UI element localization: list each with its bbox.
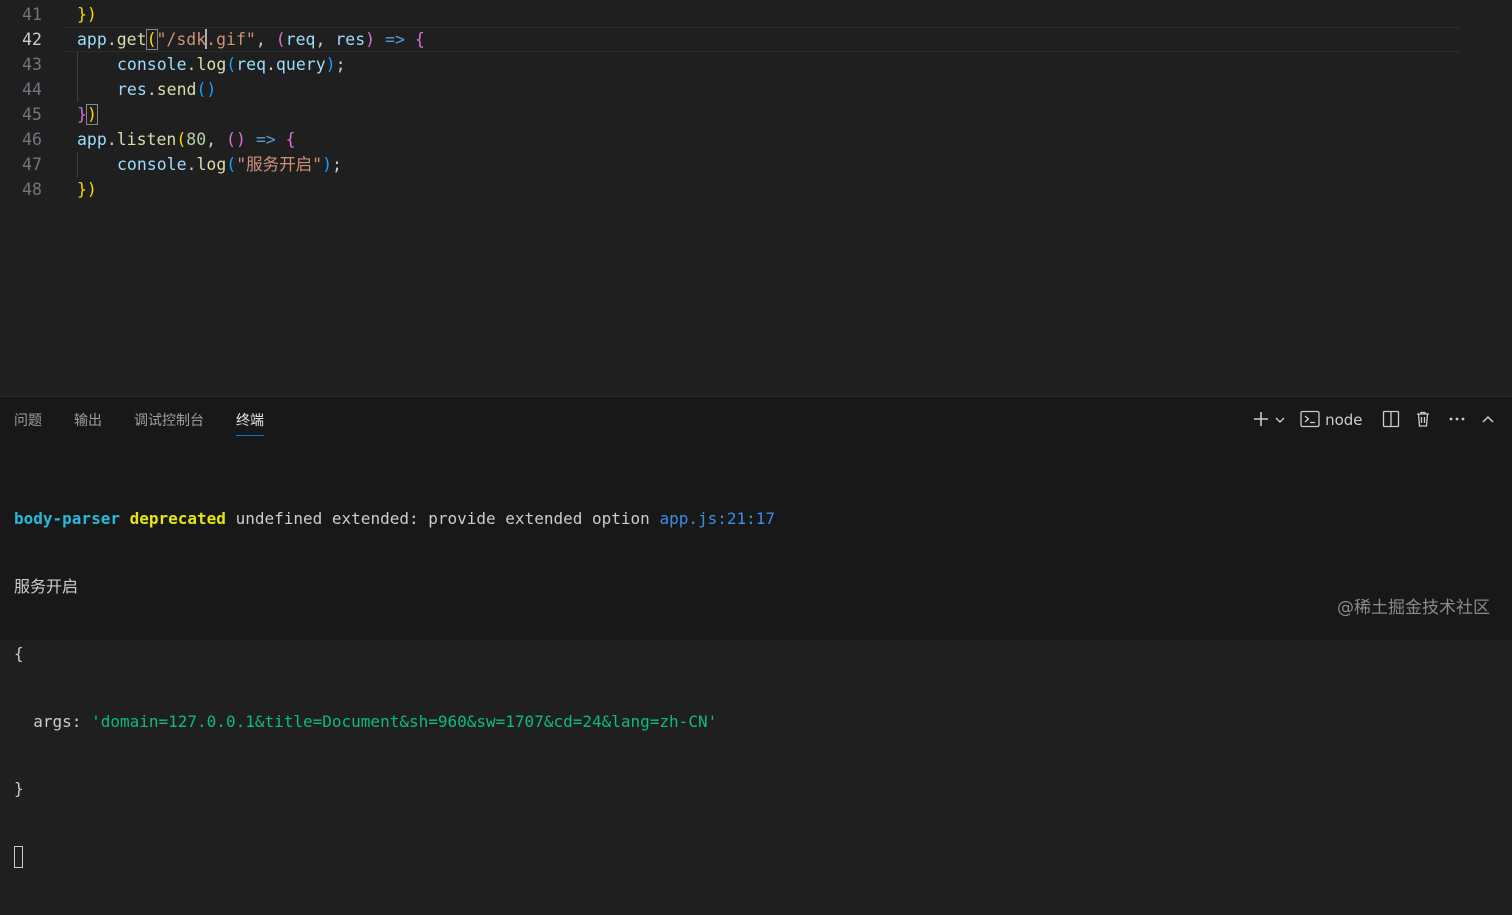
token-paren: ( bbox=[226, 55, 237, 74]
line-number: 47 bbox=[22, 155, 42, 174]
closing-brace: }) bbox=[77, 180, 97, 199]
line-number: 41 bbox=[22, 5, 42, 24]
terminal-line: body-parser deprecated undefined extende… bbox=[14, 508, 775, 531]
token-dot: . bbox=[106, 30, 117, 49]
token-parens: () bbox=[226, 130, 246, 149]
token-console: console bbox=[117, 55, 187, 74]
token-paren: ) bbox=[365, 30, 376, 49]
tab-output[interactable]: 输出 bbox=[74, 411, 102, 431]
line-number: 45 bbox=[22, 105, 42, 124]
object-value: 'domain=127.0.0.1&title=Document&sh=960&… bbox=[91, 711, 718, 731]
chevron-up-icon[interactable] bbox=[1480, 407, 1500, 433]
tab-debug-console[interactable]: 调试控制台 bbox=[134, 411, 204, 431]
terminal-line: } bbox=[14, 779, 24, 798]
token-string-path-rest: .gif" bbox=[206, 30, 256, 49]
code-line-43[interactable]: 43 console.log(req.query); bbox=[0, 52, 1512, 77]
token-comma: , bbox=[206, 130, 217, 149]
token-string-path: "/sdk bbox=[156, 30, 207, 49]
token-req: req bbox=[285, 30, 316, 49]
token-string-message: "服务开启" bbox=[236, 155, 323, 174]
plus-icon[interactable] bbox=[1252, 407, 1272, 433]
token-parens: () bbox=[196, 80, 217, 99]
terminal-line: 服务开启 bbox=[14, 576, 79, 596]
token-req: req bbox=[236, 55, 267, 74]
token-console: console bbox=[117, 155, 187, 174]
line-number: 46 bbox=[22, 130, 42, 149]
token-dot: . bbox=[106, 130, 117, 149]
token-app: app bbox=[77, 130, 107, 149]
token-brace: { bbox=[414, 30, 425, 49]
terminal-cursor bbox=[14, 845, 23, 868]
closing-brace: }) bbox=[77, 5, 97, 24]
line-number: 42 bbox=[22, 30, 42, 49]
token-log: log bbox=[196, 55, 227, 74]
token-paren: ( bbox=[226, 155, 237, 174]
token-app: app bbox=[77, 30, 107, 49]
chevron-down-icon[interactable] bbox=[1274, 407, 1288, 433]
token-query: query bbox=[275, 55, 326, 74]
code-line-42[interactable]: 42 app.get("/sdk.gif", (req, res) => { bbox=[0, 27, 1512, 52]
code-line-41[interactable]: 41 }) bbox=[0, 2, 1512, 27]
tab-terminal[interactable]: 终端 bbox=[236, 411, 264, 436]
token-dot: . bbox=[186, 155, 197, 174]
tab-problems[interactable]: 问题 bbox=[14, 411, 42, 431]
token-res: res bbox=[117, 80, 147, 99]
indent-guide bbox=[77, 52, 78, 77]
trash-icon[interactable] bbox=[1414, 407, 1434, 433]
more-icon[interactable] bbox=[1448, 407, 1468, 433]
token-log: log bbox=[196, 155, 227, 174]
terminal-line: args: 'domain=127.0.0.1&title=Document&s… bbox=[14, 711, 775, 734]
token-paren: ) bbox=[322, 155, 333, 174]
log-message: undefined extended: provide extended opt… bbox=[235, 509, 650, 528]
bottom-panel: 问题 输出 调试控制台 终端 node body-parser deprecat… bbox=[0, 396, 1512, 868]
token-send: send bbox=[156, 80, 197, 99]
token-paren: ) bbox=[325, 55, 336, 74]
token-paren: ( bbox=[145, 29, 158, 50]
token-dot: . bbox=[146, 80, 157, 99]
terminal-icon bbox=[1300, 410, 1320, 429]
token-paren: ( bbox=[275, 30, 286, 49]
terminal-selector[interactable]: node bbox=[1300, 407, 1370, 433]
indent-guide bbox=[77, 152, 78, 177]
token-dot: . bbox=[186, 55, 197, 74]
token-res: res bbox=[335, 30, 366, 49]
token-comma: , bbox=[255, 30, 266, 49]
code-line-47[interactable]: 47 console.log("服务开启"); bbox=[0, 152, 1512, 177]
line-number: 48 bbox=[22, 180, 42, 199]
token-brace: } bbox=[77, 105, 87, 124]
token-listen: listen bbox=[116, 130, 177, 149]
code-line-44[interactable]: 44 res.send() bbox=[0, 77, 1512, 102]
token-brace: { bbox=[285, 130, 296, 149]
line-number: 44 bbox=[22, 80, 42, 99]
token-arrow: => bbox=[385, 30, 405, 49]
token-port: 80 bbox=[186, 130, 207, 149]
terminal-name: node bbox=[1325, 411, 1363, 429]
code-line-48[interactable]: 48 }) bbox=[0, 177, 1512, 202]
log-location-link[interactable]: app.js:21:17 bbox=[659, 509, 775, 528]
line-number: 43 bbox=[22, 55, 42, 74]
token-semicolon: ; bbox=[335, 55, 346, 74]
log-module: body-parser bbox=[14, 509, 120, 528]
token-paren: ( bbox=[176, 130, 187, 149]
token-get: get bbox=[116, 30, 147, 49]
code-line-46[interactable]: 46 app.listen(80, () => { bbox=[0, 127, 1512, 152]
panel-actions: node bbox=[1252, 407, 1512, 433]
watermark: @稀土掘金技术社区 bbox=[1337, 598, 1490, 618]
token-comma: , bbox=[315, 30, 326, 49]
token-paren-matched: ) bbox=[85, 104, 98, 125]
code-line-45[interactable]: 45 }) bbox=[0, 102, 1512, 127]
token-dot: . bbox=[266, 55, 276, 74]
token-semicolon: ; bbox=[332, 155, 342, 174]
log-level: deprecated bbox=[129, 509, 226, 528]
token-arrow: => bbox=[255, 130, 276, 149]
terminal-output[interactable]: body-parser deprecated undefined extende… bbox=[14, 463, 775, 915]
indent-guide bbox=[77, 77, 78, 102]
terminal-line bbox=[14, 845, 775, 871]
object-key: args: bbox=[33, 711, 82, 731]
code-editor[interactable]: 41 }) 42 app.get("/sdk.gif", (req, res) … bbox=[0, 0, 1512, 396]
terminal-line: { bbox=[14, 644, 24, 663]
split-icon[interactable] bbox=[1382, 407, 1402, 433]
